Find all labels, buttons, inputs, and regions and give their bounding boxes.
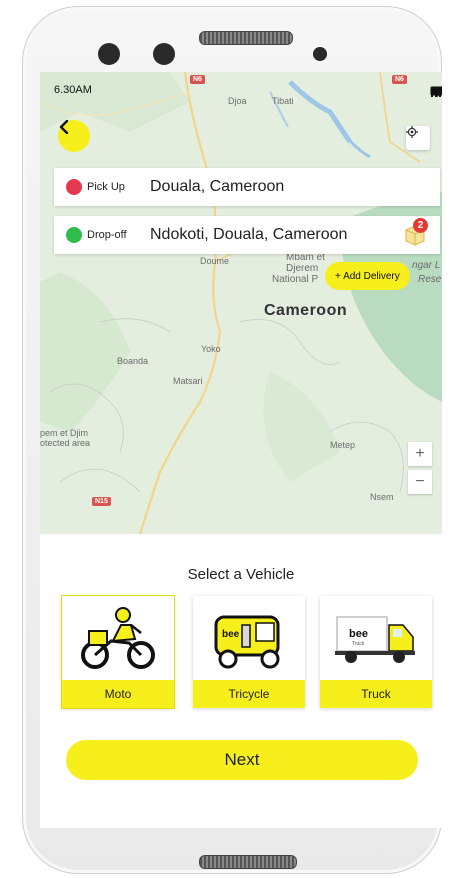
moto-icon (62, 596, 174, 680)
pickup-truck-icon (54, 169, 82, 195)
bottom-speaker-grille (199, 855, 297, 869)
svg-text:bee: bee (222, 629, 240, 640)
battery-icon (430, 86, 442, 96)
dropoff-label: Drop-off (87, 229, 127, 241)
chevron-left-icon (59, 120, 69, 134)
map-label-boanda: Boanda (117, 356, 149, 366)
add-delivery-button[interactable]: + Add Delivery (325, 262, 410, 290)
svg-text:Truck: Truck (352, 641, 365, 647)
map-label-doume: Doume (200, 256, 230, 266)
zoom-in-button[interactable]: + (408, 442, 432, 466)
dropoff-flag-icon (55, 217, 82, 243)
my-location-button[interactable] (406, 126, 430, 150)
map-label-djoa: Djoa (228, 96, 247, 106)
map-label-nsem: Nsem (370, 492, 394, 502)
vehicle-panel: Select a Vehicle Moto bee Tricycle bee T… (40, 534, 442, 828)
pickup-label: Pick Up (87, 181, 125, 193)
camera-icon (98, 43, 120, 65)
front-camera-icon (313, 47, 327, 61)
map-label-tibati: Tibati (272, 96, 294, 106)
road-shield-n6-east: N6 (392, 75, 407, 84)
map-label-djerem: Djerem (286, 263, 319, 274)
map-label-region: Cameroon (264, 302, 348, 319)
pickup-value: Douala, Cameroon (150, 178, 285, 195)
tricycle-icon: bee (193, 596, 305, 680)
sensor-icon (153, 43, 175, 65)
map-label-gangar: ngar L (412, 260, 441, 271)
moto-label: Moto (62, 680, 174, 708)
truck-label: Truck (320, 680, 432, 708)
map-label-metep: Metep (330, 440, 356, 450)
app-screen: N6 N6 N15 Djoa Tibati Doume Mbam et Djer… (40, 72, 442, 828)
road-shield-n15: N15 (92, 497, 111, 506)
map-label-matsari: Matsari (173, 376, 203, 386)
map-label-pem-line2: otected area (40, 438, 91, 448)
panel-title: Select a Vehicle (187, 566, 295, 583)
status-time: 6.30AM (54, 84, 92, 96)
speaker-grille (199, 31, 293, 45)
next-button[interactable]: Next (66, 740, 418, 780)
map-view[interactable]: N6 N6 N15 Djoa Tibati Doume Mbam et Djer… (40, 72, 442, 534)
tricycle-label: Tricycle (193, 680, 305, 708)
map-terrain (40, 72, 442, 534)
pickup-field[interactable]: Pick Up Douala, Cameroon (54, 168, 440, 206)
map-label-national: National P (272, 274, 319, 285)
vehicle-option-tricycle[interactable]: bee Tricycle (193, 596, 305, 708)
back-button[interactable] (58, 120, 90, 152)
map-label-pem-line1: pem et Djim (40, 428, 89, 438)
road-shield-n6: N6 (190, 75, 205, 84)
crosshair-icon (406, 126, 418, 138)
map-label-reserve: Rese (418, 274, 442, 285)
package-button[interactable]: 2 (402, 218, 428, 248)
zoom-out-button[interactable]: − (408, 470, 432, 494)
dropoff-value: Ndokoti, Douala, Cameroon (150, 226, 348, 243)
svg-text:bee: bee (349, 628, 368, 640)
truck-icon: bee Truck (320, 596, 432, 680)
dropoff-field[interactable]: Drop-off Ndokoti, Douala, Cameroon 2 (54, 216, 440, 254)
vehicle-option-moto[interactable]: Moto (61, 595, 175, 709)
map-label-yoko: Yoko (201, 344, 221, 354)
vehicle-option-truck[interactable]: bee Truck Truck (320, 596, 432, 708)
delivery-count-badge: 2 (413, 218, 428, 233)
